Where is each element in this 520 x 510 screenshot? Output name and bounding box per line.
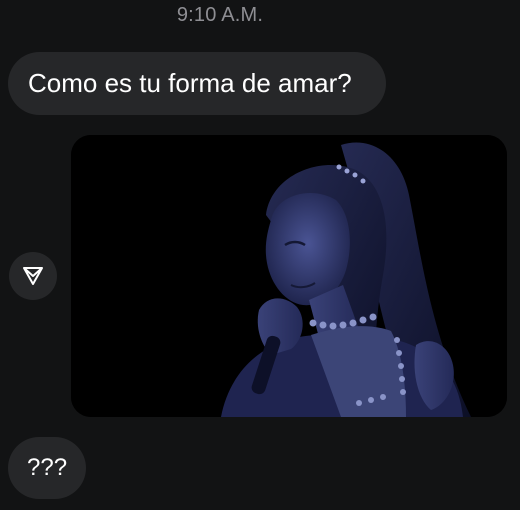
send-arrow-icon [23, 267, 43, 285]
message-text: ??? [27, 454, 68, 481]
message-text: Como es tu forma de amar? [28, 68, 352, 98]
share-button[interactable] [9, 252, 57, 300]
chat-screen: 9:10 A.M. Como es tu forma de amar? ??? [0, 0, 520, 510]
portrait-photo [71, 135, 507, 417]
received-message-bubble[interactable]: ??? [8, 437, 86, 499]
received-message-bubble[interactable]: Como es tu forma de amar? [8, 52, 386, 115]
photo-message[interactable] [71, 135, 507, 417]
message-timestamp: 9:10 A.M. [176, 4, 264, 26]
